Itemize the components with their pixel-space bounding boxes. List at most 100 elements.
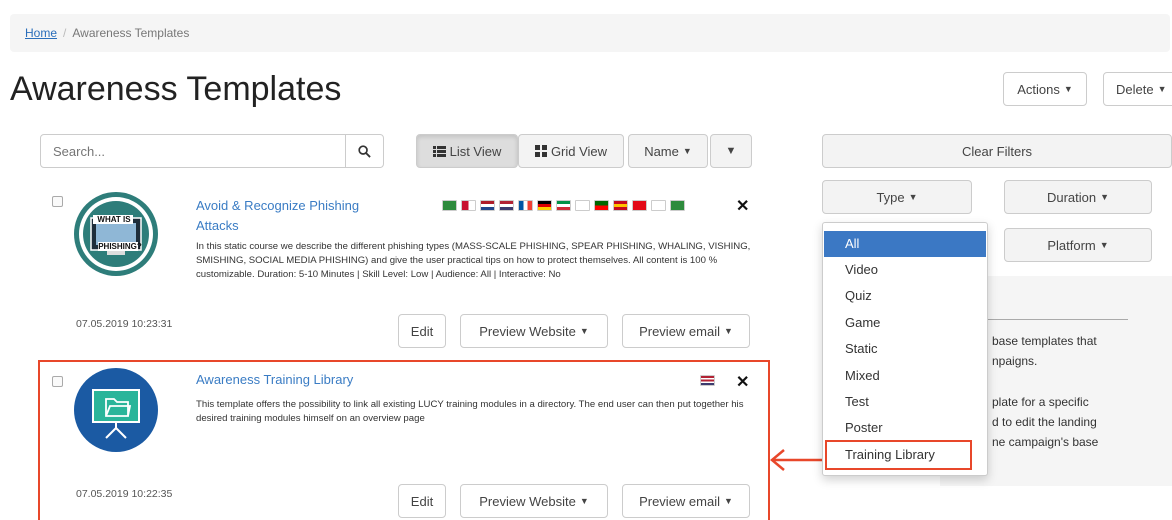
info-text-line: npaigns.: [992, 354, 1038, 368]
info-text-line: d to edit the landing: [992, 415, 1097, 429]
duration-filter-label: Duration: [1046, 189, 1097, 205]
sort-order-button[interactable]: ▼: [710, 134, 752, 168]
template-description: This template offers the possibility to …: [196, 399, 744, 424]
caret-down-icon: ▼: [1100, 192, 1110, 202]
type-option-video[interactable]: Video: [824, 257, 986, 283]
breadcrumb: Home / Awareness Templates: [10, 14, 1170, 52]
select-checkbox[interactable]: [52, 376, 63, 387]
sort-name-button[interactable]: Name ▼: [628, 134, 708, 168]
duration-filter-button[interactable]: Duration ▼: [1004, 180, 1152, 214]
select-checkbox[interactable]: [52, 196, 63, 207]
caret-down-icon: ▼: [724, 326, 733, 336]
flag-icon: [632, 200, 647, 211]
flag-icon: [461, 200, 476, 211]
type-option-all[interactable]: All: [824, 231, 986, 257]
type-filter-button[interactable]: Type ▼: [822, 180, 972, 214]
search-box: [40, 134, 384, 168]
template-title-link[interactable]: Awareness Training Library: [196, 370, 496, 390]
flag-icon: [518, 200, 533, 211]
platform-filter-label: Platform: [1047, 237, 1096, 253]
type-option-mixed[interactable]: Mixed: [824, 363, 986, 389]
search-icon: [358, 144, 371, 158]
type-option-quiz[interactable]: Quiz: [824, 283, 986, 309]
caret-down-icon: ▼: [725, 145, 737, 157]
breadcrumb-separator: /: [63, 26, 67, 40]
grid-view-label: Grid View: [550, 143, 608, 159]
panel-divider: [972, 319, 1128, 320]
preview-email-button[interactable]: Preview email ▼: [622, 314, 750, 348]
breadcrumb-current: Awareness Templates: [72, 26, 190, 40]
preview-email-label: Preview email: [639, 493, 720, 509]
option-highlight-box: [825, 440, 972, 470]
flag-icon: [556, 200, 571, 211]
type-option-static[interactable]: Static: [824, 336, 986, 362]
breadcrumb-home-link[interactable]: Home: [25, 26, 57, 40]
flag-icon: [651, 200, 666, 211]
flag-icon: [499, 200, 514, 211]
list-view-button[interactable]: List View: [416, 134, 518, 168]
search-button[interactable]: [345, 135, 383, 167]
preview-website-button[interactable]: Preview Website ▼: [460, 314, 608, 348]
edit-label: Edit: [410, 493, 434, 509]
caret-down-icon: ▼: [682, 146, 692, 156]
flag-icon: [700, 375, 715, 386]
clear-filters-label: Clear Filters: [961, 143, 1033, 159]
caret-down-icon: ▼: [1099, 240, 1109, 250]
info-text-line: plate for a specific: [992, 395, 1089, 409]
info-text-line: ne campaign's base: [992, 435, 1099, 449]
type-filter-label: Type: [876, 189, 905, 205]
caret-down-icon: ▼: [1157, 84, 1167, 94]
list-icon: [432, 145, 446, 157]
awareness-templates-page: Home / Awareness Templates Awareness Templ…: [0, 0, 1172, 520]
template-title-link[interactable]: Avoid & Recognize Phishing Attacks: [196, 196, 396, 236]
search-input[interactable]: [41, 135, 345, 167]
template-date: 07.05.2019 10:23:31: [76, 318, 173, 330]
flag-icon: [670, 200, 685, 211]
caret-down-icon: ▼: [579, 326, 589, 336]
template-thumbnail: [74, 368, 158, 452]
phishing-thumbnail-icon: [79, 197, 153, 271]
caret-down-icon: ▼: [724, 496, 733, 506]
caret-down-icon: ▼: [1063, 84, 1073, 94]
type-option-game[interactable]: Game: [824, 310, 986, 336]
actions-label: Actions: [1017, 81, 1060, 97]
template-description: In this static course we describe the di…: [196, 241, 751, 280]
sort-label: Name: [644, 143, 679, 159]
preview-website-label: Preview Website: [479, 493, 576, 509]
close-icon[interactable]: ✕: [736, 196, 749, 216]
pointer-arrow-icon: [770, 449, 824, 471]
thumb-text-bottom: PHISHING?: [98, 242, 142, 251]
flag-icon: [442, 200, 457, 211]
type-option-poster[interactable]: Poster: [824, 415, 986, 441]
close-icon[interactable]: ✕: [736, 372, 749, 392]
presentation-folder-icon: [75, 369, 157, 451]
platform-filter-button[interactable]: Platform ▼: [1004, 228, 1152, 262]
language-flags: [442, 200, 685, 211]
flag-icon: [480, 200, 495, 211]
flag-icon: [594, 200, 609, 211]
grid-icon: [534, 145, 547, 157]
edit-label: Edit: [410, 323, 434, 339]
template-date: 07.05.2019 10:22:35: [76, 488, 173, 500]
delete-button[interactable]: Delete ▼: [1103, 72, 1172, 106]
preview-email-button[interactable]: Preview email ▼: [622, 484, 750, 518]
grid-view-button[interactable]: Grid View: [518, 134, 624, 168]
clear-filters-button[interactable]: Clear Filters: [822, 134, 1172, 168]
edit-button[interactable]: Edit: [398, 314, 446, 348]
caret-down-icon: ▼: [908, 192, 918, 202]
thumb-text-top: WHAT IS: [97, 215, 131, 224]
language-flags: [700, 375, 715, 386]
preview-website-label: Preview Website: [479, 323, 576, 339]
template-thumbnail: WHAT IS PHISHING?: [74, 192, 158, 276]
actions-button[interactable]: Actions ▼: [1003, 72, 1087, 106]
flag-icon: [613, 200, 628, 211]
edit-button[interactable]: Edit: [398, 484, 446, 518]
flag-icon: [537, 200, 552, 211]
preview-website-button[interactable]: Preview Website ▼: [460, 484, 608, 518]
info-text-line: base templates that: [992, 334, 1097, 348]
list-view-label: List View: [449, 143, 502, 159]
caret-down-icon: ▼: [579, 496, 589, 506]
type-option-test[interactable]: Test: [824, 389, 986, 415]
type-dropdown-menu: All Video Quiz Game Static Mixed Test Po…: [822, 222, 988, 476]
flag-icon: [575, 200, 590, 211]
